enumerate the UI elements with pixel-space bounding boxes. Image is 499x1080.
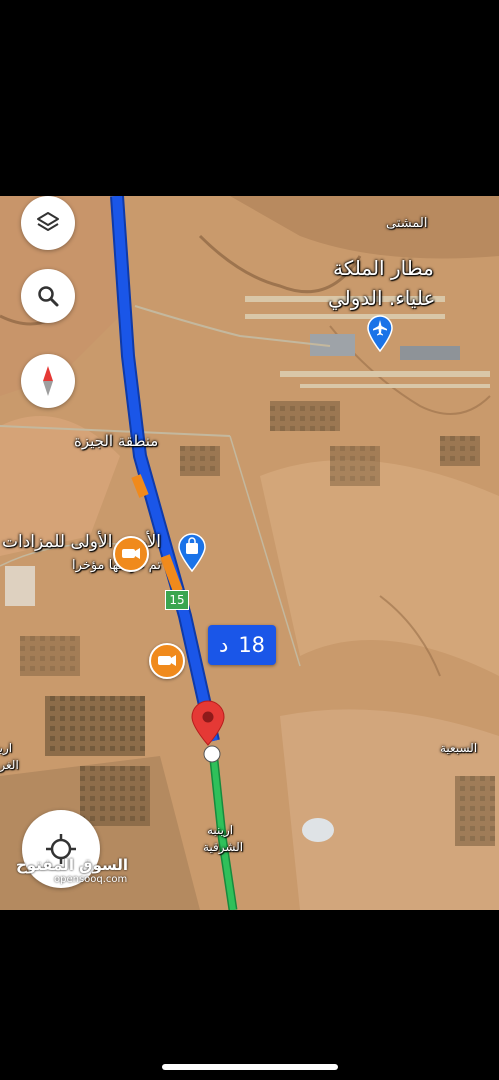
speed-camera-marker-1[interactable] [113,536,149,572]
airplane-icon [367,315,393,353]
eta-value: 18 [238,633,266,657]
speed-camera-icon [158,655,176,666]
label-giza-region: منطقة الجيزة [74,432,159,450]
home-indicator[interactable] [162,1064,338,1070]
eta-unit: د [218,633,229,657]
road-number-badge: 15 [165,590,189,610]
compass-icon [43,366,53,396]
speed-camera-marker-2[interactable] [149,643,185,679]
watermark-latin: opensooq.com [54,874,128,885]
label-airport-line1: مطار الملكة [333,256,434,280]
destination-pin-icon [191,700,225,763]
search-icon [38,286,59,307]
label-left-edge-line2: الغربية [0,758,19,772]
map-view[interactable]: المشتى مطار الملكة علياء. الدولي منطقة ا… [0,196,499,910]
watermark-arabic: السوق المفتوح [16,856,129,874]
label-urainba-line2: الشرقية [203,840,244,854]
label-left-edge-line1: ارينبه [0,741,13,755]
label-airport-line2: علياء. الدولي [328,286,436,310]
search-button[interactable] [21,269,75,323]
airport-marker[interactable] [366,314,394,356]
label-mushatta: المشتى [386,216,428,231]
eta-callout[interactable]: 18 د [208,625,276,665]
label-sibiya: السبعية [440,741,478,755]
opensooq-watermark: السوق المفتوح opensooq.com [16,856,128,885]
layers-button[interactable] [21,196,75,250]
compass-button[interactable] [21,354,75,408]
layers-icon [37,212,59,231]
label-urainba-line1: ارينبه [207,823,234,837]
speed-camera-icon [122,548,140,559]
shopping-bag-icon [178,533,206,573]
shopping-marker[interactable] [177,532,207,576]
destination-pin[interactable] [190,699,226,767]
